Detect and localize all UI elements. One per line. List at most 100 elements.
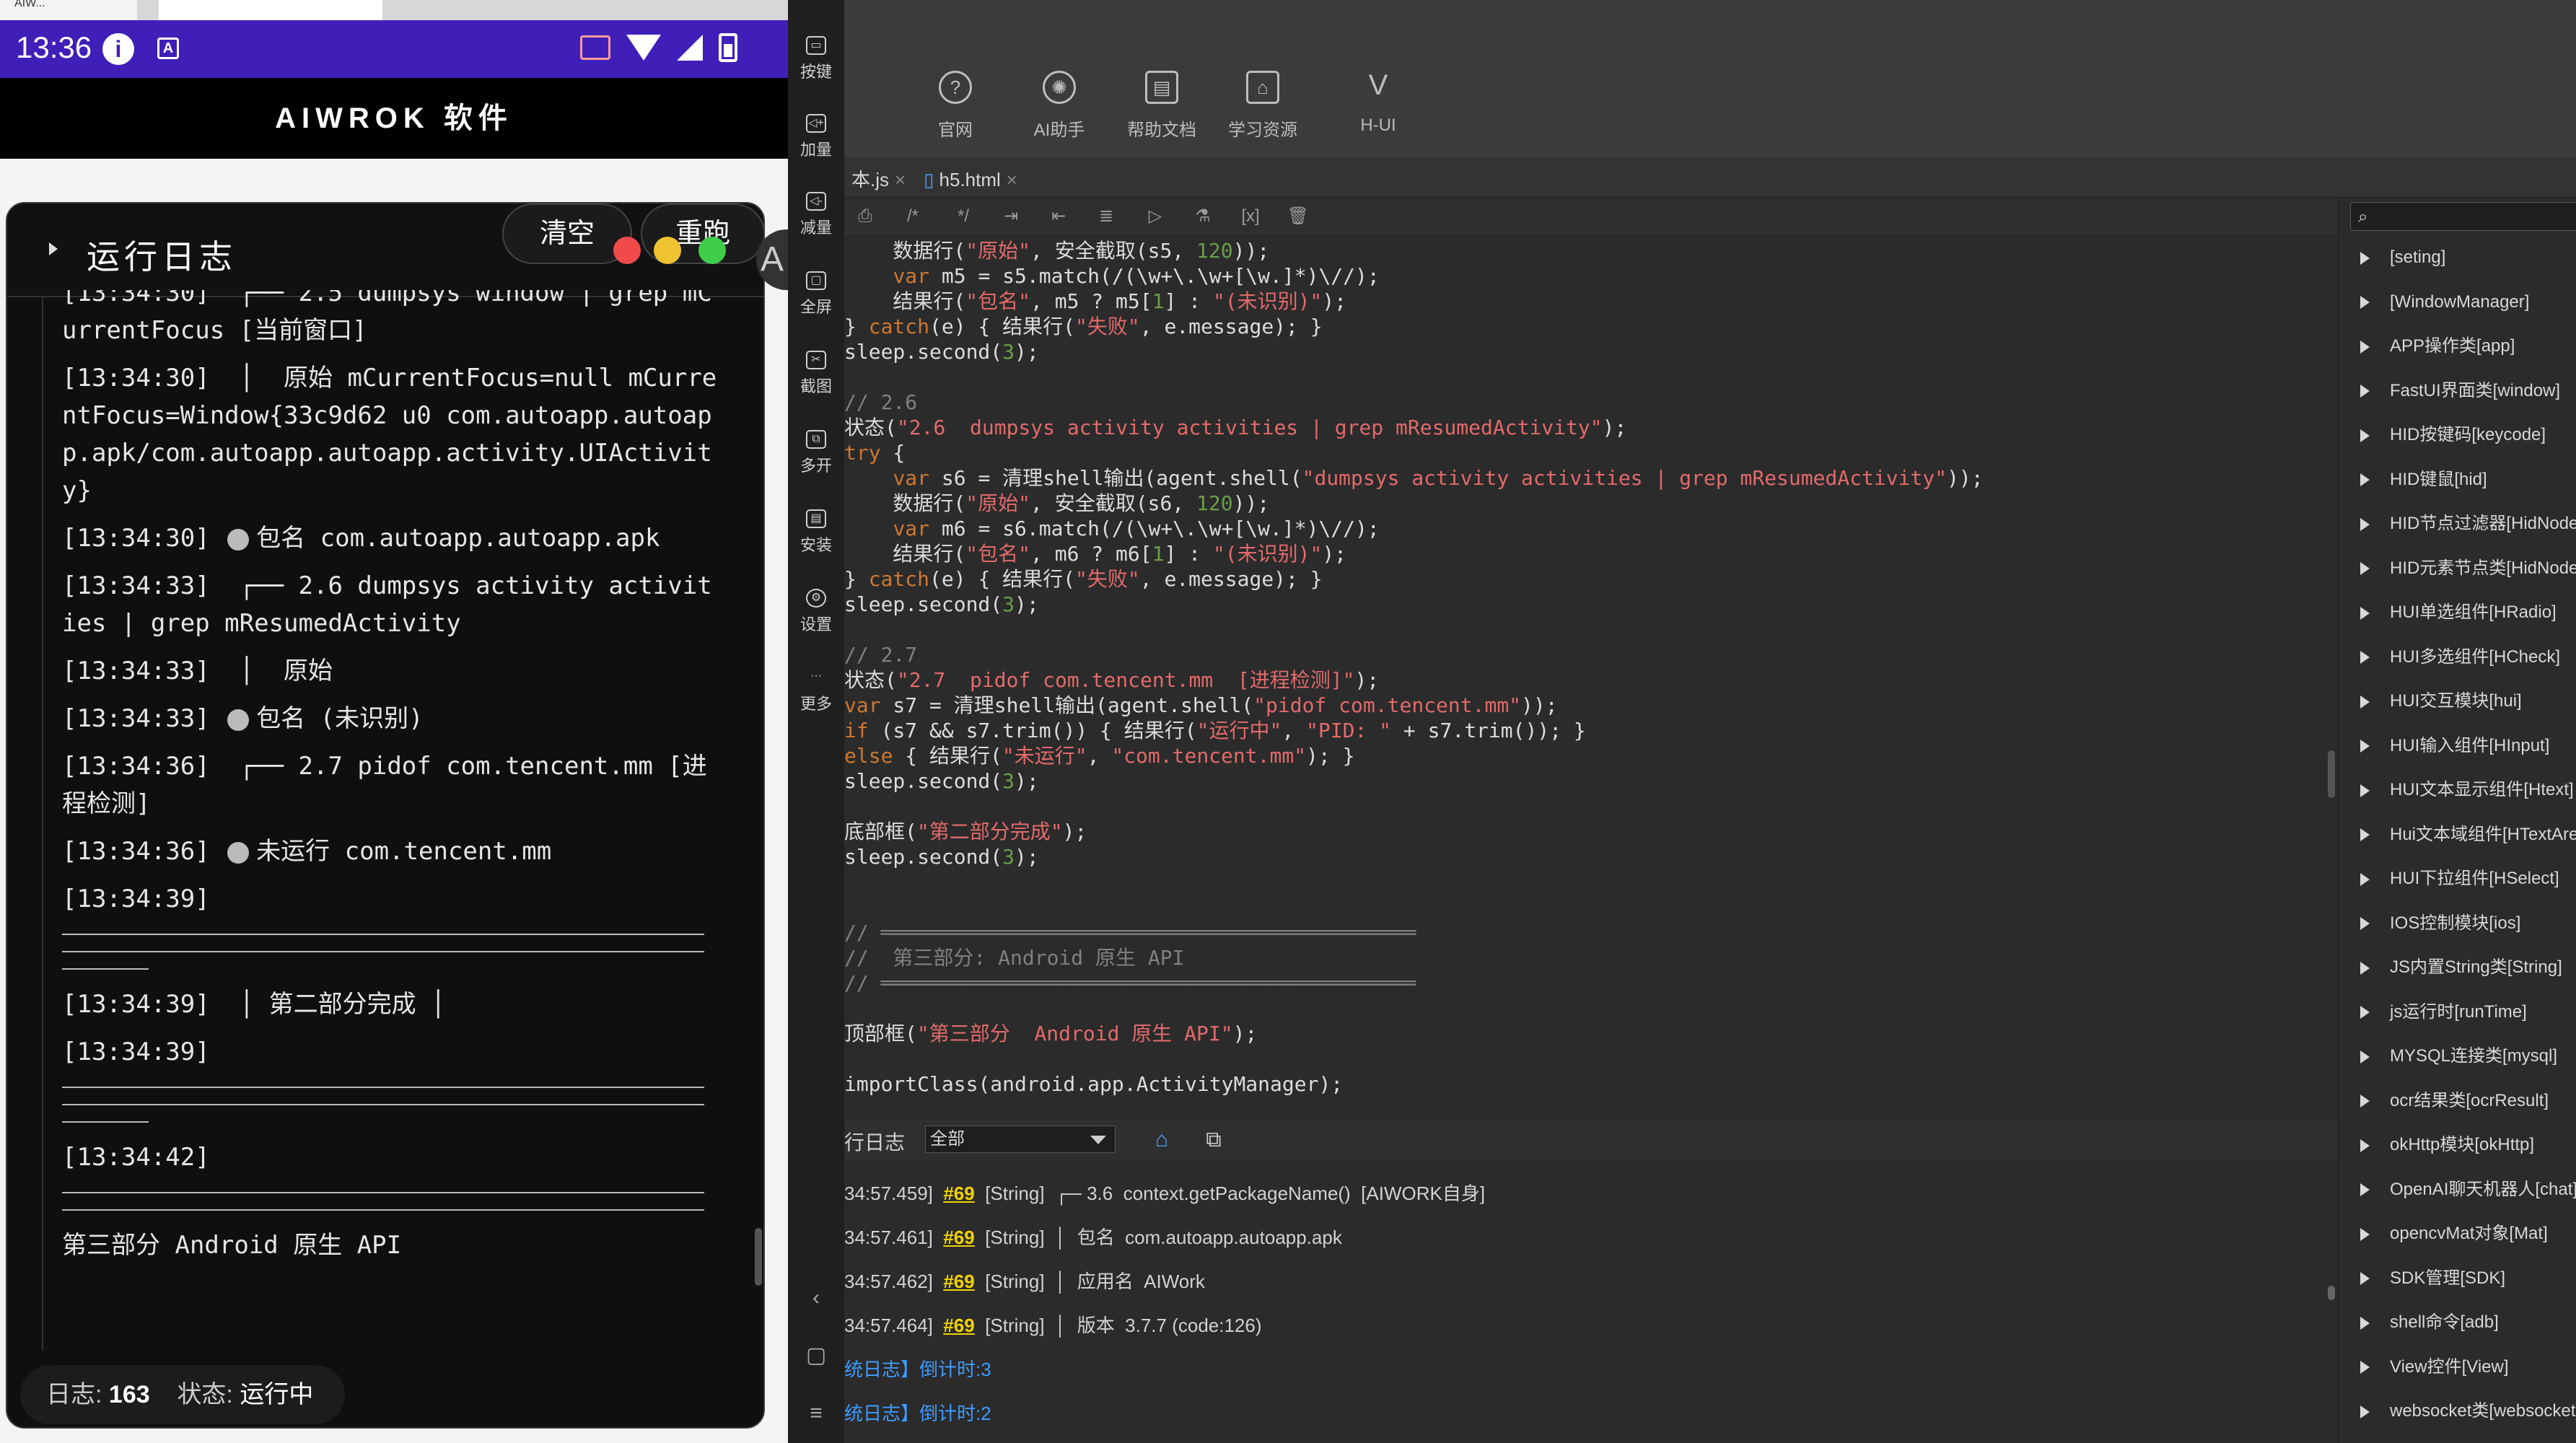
screenshot-button[interactable]: ✂ 截图 [788,351,844,397]
api-tree-item[interactable]: IOS控制模块[ios] [2339,901,2576,946]
editor-scroll-thumb[interactable] [2328,750,2335,798]
api-tree-item[interactable]: okHttp模块[okHttp] [2339,1123,2576,1167]
expand-triangle-icon[interactable] [2360,872,2370,886]
expand-triangle-icon[interactable] [2360,1139,2370,1152]
tab-h5-html[interactable]: ▯ h5.html × [916,163,1025,196]
expand-triangle-icon[interactable] [2360,651,2370,665]
expand-triangle-icon[interactable] [2360,740,2370,753]
api-tree-item[interactable]: HUI多选组件[HCheck] [2339,635,2576,680]
comment-block-icon[interactable]: /* [901,205,925,228]
api-tree-item[interactable]: HUI文本显示组件[Htext] [2339,768,2576,812]
volume-down-button[interactable]: ◁- 减量 [788,192,844,238]
api-tree-item[interactable]: [WindowManager] [2339,280,2576,325]
api-tree-item[interactable]: HID元素节点类[HidNode] [2339,546,2576,591]
api-tree-item[interactable]: JS内置String类[String] [2339,945,2576,990]
expand-arrow-icon[interactable] [49,242,58,255]
console-ref-link[interactable]: #69 [943,1183,974,1204]
emulator-window-tab-blank[interactable] [159,0,382,20]
api-tree-item[interactable]: js运行时[runTime] [2339,990,2576,1035]
api-tree-item[interactable]: HUI输入组件[HInput] [2339,724,2576,768]
log-scrollbar[interactable] [755,1228,762,1286]
website-button[interactable]: ? 官网 [905,71,1006,141]
console-output[interactable]: 34:57.459] #69 [String] ┌─ 3.6 context.g… [844,1163,2338,1443]
api-tree-item[interactable]: ocr结果类[ocrResult] [2339,1079,2576,1123]
volume-up-button[interactable]: ◁+ 加量 [788,114,844,160]
format-icon[interactable]: ≣ [1094,205,1118,228]
expand-triangle-icon[interactable] [2360,1361,2370,1374]
more-button[interactable]: ··· 更多 [788,668,844,714]
expand-triangle-icon[interactable] [2360,1316,2370,1330]
api-tree-item[interactable]: APP操作类[app] [2339,324,2576,369]
tab-script-js[interactable]: 本.js × [844,163,913,196]
expand-triangle-icon[interactable] [2360,961,2370,975]
api-tree-item[interactable]: HUI交互模块[hui] [2339,679,2576,724]
api-tree-item[interactable]: HUI下拉组件[HSelect] [2339,856,2576,901]
nav-back-icon[interactable]: ‹ [805,1287,827,1309]
h-ui-button[interactable]: V H-UI [1328,71,1429,136]
expand-triangle-icon[interactable] [2360,1272,2370,1286]
help-docs-button[interactable]: ▤ 帮助文档 [1111,71,1212,141]
close-icon[interactable]: × [1007,169,1017,190]
api-tree-item[interactable]: HUI单选组件[HRadio] [2339,590,2576,635]
api-tree-item[interactable]: View控件[View] [2339,1345,2576,1390]
api-tree-item[interactable]: shell命令[adb] [2339,1300,2576,1345]
api-tree-item[interactable]: HID节点过滤器[HidNode] [2339,501,2576,546]
expand-triangle-icon[interactable] [2360,1006,2370,1019]
run-icon[interactable]: ▷ [1143,205,1167,228]
print-icon[interactable]: ⎙ [853,205,877,228]
expand-triangle-icon[interactable] [2360,296,2370,310]
nav-home-icon[interactable]: ▢ [805,1345,827,1367]
expand-triangle-icon[interactable] [2360,1095,2370,1108]
multi-open-button[interactable]: ⧉ 多开 [788,430,844,476]
api-tree-item[interactable]: HID按键码[keycode] [2339,413,2576,457]
indent-icon[interactable]: ⇥ [999,205,1023,228]
emulator-window-tab[interactable]: AIW... [0,0,137,20]
api-tree-item[interactable]: opencvMat对象[Mat] [2339,1211,2576,1256]
console-ref-link[interactable]: #69 [943,1227,974,1248]
variable-icon[interactable]: [x] [1238,205,1263,228]
expand-triangle-icon[interactable] [2360,473,2370,487]
fullscreen-button[interactable]: ▢ 全屏 [788,271,844,317]
log-filter-select[interactable]: 全部 [925,1126,1116,1153]
api-search-input[interactable]: ⌕ [2350,202,2576,231]
api-tree-item[interactable]: FastUI界面类[window] [2339,369,2576,413]
expand-triangle-icon[interactable] [2360,1183,2370,1197]
console-ref-link[interactable]: #69 [943,1315,974,1336]
expand-triangle-icon[interactable] [2360,1227,2370,1241]
close-icon[interactable]: × [895,169,906,190]
expand-triangle-icon[interactable] [2360,828,2370,842]
console-ref-link[interactable]: #69 [943,1271,974,1292]
broom-clear-icon[interactable]: ⌂ [1147,1126,1176,1154]
expand-triangle-icon[interactable] [2360,340,2370,354]
api-tree-item[interactable]: SDK管理[SDK] [2339,1256,2576,1301]
expand-triangle-icon[interactable] [2360,562,2370,576]
expand-triangle-icon[interactable] [2360,429,2370,442]
expand-triangle-icon[interactable] [2360,917,2370,931]
ai-assistant-button[interactable]: ✺ AI助手 [1009,71,1110,141]
expand-triangle-icon[interactable] [2360,251,2370,265]
api-tree-item[interactable]: [seting] [2339,235,2576,280]
expand-triangle-icon[interactable] [2360,1050,2370,1063]
api-tree-item[interactable]: websocket类[websocket] [2339,1389,2576,1434]
uncomment-block-icon[interactable]: */ [951,205,976,228]
api-tree-item[interactable]: MYSQL连接类[mysql] [2339,1034,2576,1079]
install-button[interactable]: ▤ 安装 [788,509,844,556]
api-tree-item[interactable]: HID键鼠[hid] [2339,457,2576,502]
console-scroll-thumb[interactable] [2328,1286,2335,1300]
expand-triangle-icon[interactable] [2360,784,2370,797]
expand-triangle-icon[interactable] [2360,1405,2370,1418]
expand-triangle-icon[interactable] [2360,517,2370,531]
outdent-icon[interactable]: ⇤ [1046,205,1071,228]
code-editor[interactable]: 数据行("原始", 安全截取(s5, 120)); var m5 = s5.ma… [844,234,2325,1108]
nav-menu-icon[interactable]: ≡ [805,1403,827,1424]
expand-triangle-icon[interactable] [2360,385,2370,398]
trash-icon[interactable]: 🗑 [1286,205,1310,228]
console-scrollbar[interactable] [2325,1169,2338,1443]
log-lines[interactable]: [13:34:30] ┌── 2.5 dumpsys window | grep… [62,290,726,1358]
api-tree-item[interactable]: Hui文本域组件[HTextArea] [2339,812,2576,857]
expand-triangle-icon[interactable] [2360,606,2370,620]
settings-button[interactable]: ⚙ 设置 [788,589,844,635]
api-tree-item[interactable]: OpenAI聊天机器人[chat] [2339,1167,2576,1212]
flask-icon[interactable]: ⚗ [1191,205,1215,228]
keys-button[interactable]: ▭ 按键 [788,36,844,82]
